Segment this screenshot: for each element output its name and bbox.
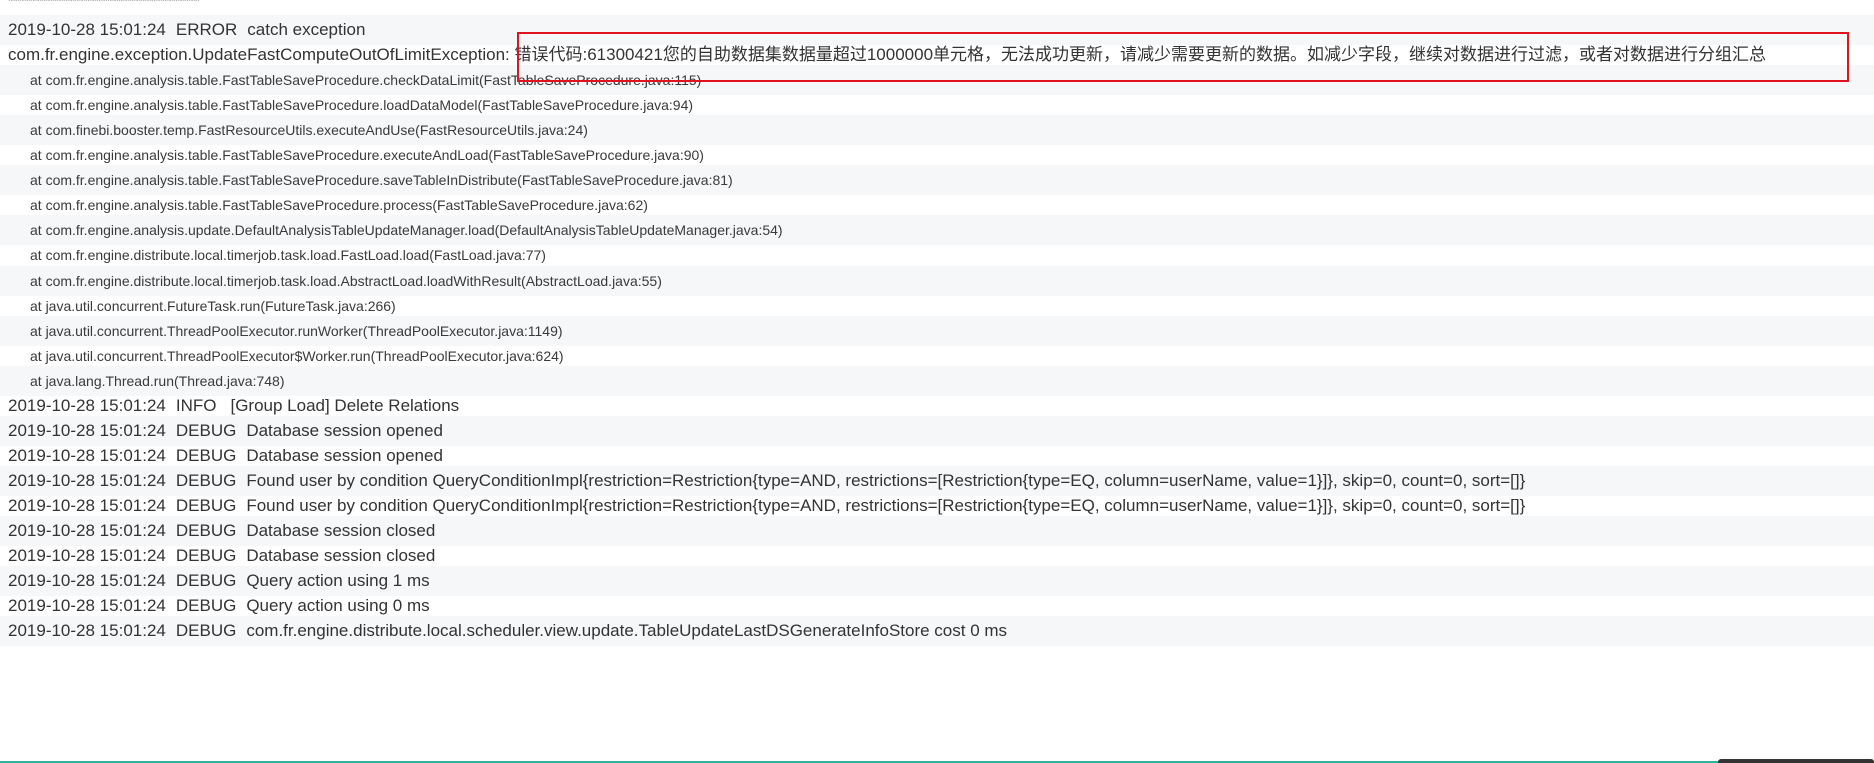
log-message: com.fr.engine.distribute.local.scheduler… (246, 621, 1008, 640)
log-timestamp: 2019-10-28 15:01:24 (8, 521, 166, 540)
log-timestamp: 2019-10-28 15:01:24 (8, 621, 166, 640)
log-separator: ****************************************… (8, 0, 200, 8)
log-message: Database session closed (246, 521, 436, 540)
log-message: Found user by condition QueryConditionIm… (246, 496, 1526, 515)
log-level: DEBUG (175, 546, 237, 565)
log-level: DEBUG (175, 621, 237, 640)
log-message: Found user by condition QueryConditionIm… (246, 471, 1526, 490)
log-level: DEBUG (175, 521, 237, 540)
log-timestamp: 2019-10-28 15:01:24 (8, 446, 166, 465)
log-message: com.fr.engine.exception.UpdateFastComput… (8, 45, 1767, 64)
log-message: Database session closed (246, 546, 436, 565)
log-timestamp: 2019-10-28 15:01:24 (8, 421, 166, 440)
log-timestamp: 2019-10-28 15:01:24 (8, 571, 166, 590)
corner-widget[interactable] (1718, 759, 1874, 763)
log-entry: 2019-10-28 15:01:24 DEBUG com.fr.engine.di… (0, 616, 1874, 646)
log-level: DEBUG (175, 496, 237, 515)
log-level: DEBUG (175, 571, 237, 590)
log-level: DEBUG (175, 421, 237, 440)
log-message: Database session opened (246, 446, 443, 465)
log-timestamp: 2019-10-28 15:01:24 (8, 20, 166, 39)
log-timestamp: 2019-10-28 15:01:24 (8, 546, 166, 565)
log-level: DEBUG (175, 471, 237, 490)
log-message: Database session opened (246, 421, 443, 440)
log-level: DEBUG (175, 446, 237, 465)
log-message: catch exception (247, 20, 366, 39)
log-message: Query action using 1 ms (246, 571, 430, 590)
log-timestamp: 2019-10-28 15:01:24 (8, 396, 166, 415)
log-message: [Group Load] Delete Relations (230, 396, 460, 415)
log-viewer: ****************************************… (0, 0, 1874, 763)
log-level: INFO (175, 396, 217, 415)
log-level: DEBUG (175, 596, 237, 615)
log-message: Query action using 0 ms (246, 596, 430, 615)
log-timestamp: 2019-10-28 15:01:24 (8, 596, 166, 615)
log-level: ERROR (175, 20, 238, 39)
log-timestamp: 2019-10-28 15:01:24 (8, 496, 166, 515)
log-timestamp: 2019-10-28 15:01:24 (8, 471, 166, 490)
